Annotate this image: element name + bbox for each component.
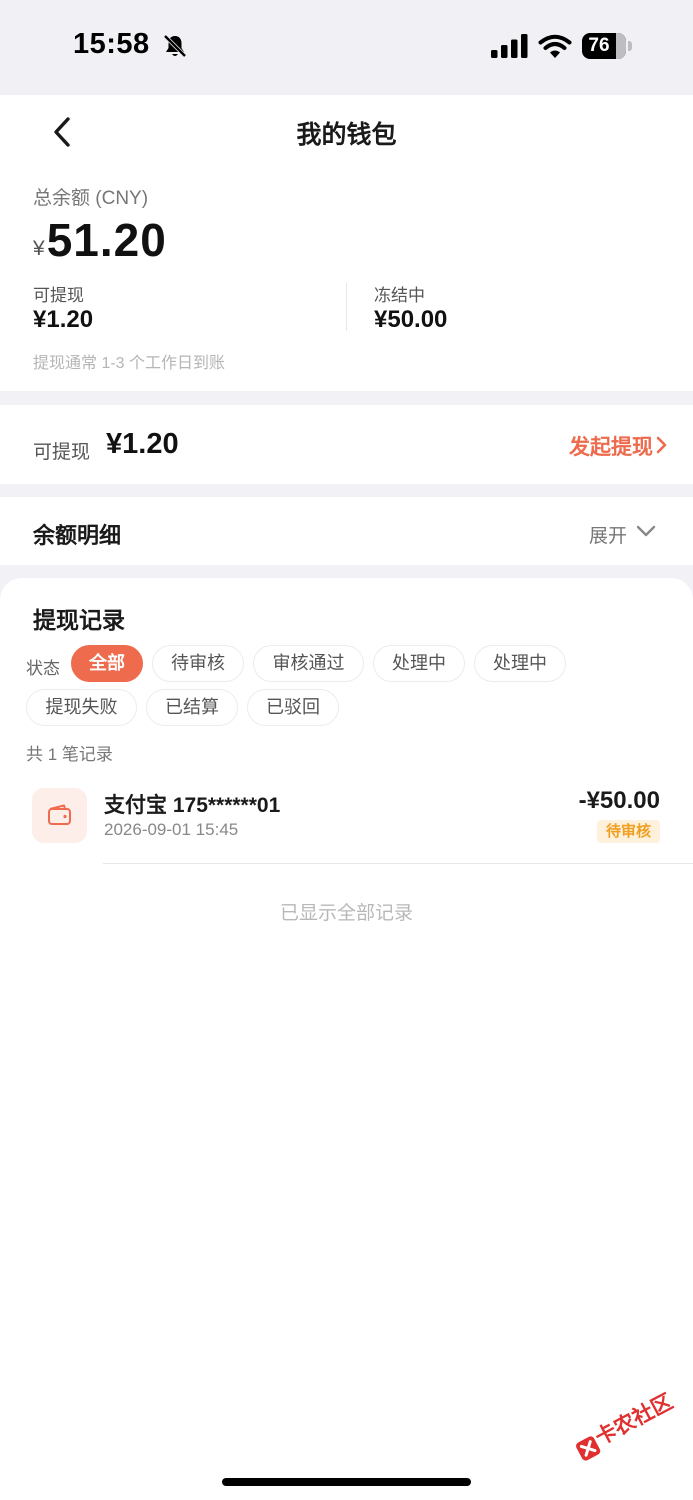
start-withdraw-button[interactable]: 发起提现 [569, 431, 653, 461]
home-indicator[interactable] [222, 1478, 471, 1486]
bell-off-icon [163, 34, 187, 58]
filter-chip-pending[interactable]: 待审核 [152, 645, 244, 682]
filter-chip-all[interactable]: 全部 [71, 645, 143, 682]
record-name: 支付宝 175******01 [104, 794, 281, 817]
record-icon-box [32, 788, 87, 843]
record-item[interactable]: 支付宝 175******01 2026-09-01 15:45 -¥50.00… [0, 776, 693, 864]
battery-icon: 76 [582, 33, 626, 59]
chevron-right-icon[interactable] [655, 435, 669, 455]
frozen-value: ¥50.00 [374, 306, 448, 333]
withdrawable-label: 可提现 [33, 442, 91, 463]
total-balance-label: 总余额 (CNY) [33, 188, 149, 209]
filter-chip-failed[interactable]: 提现失败 [26, 689, 137, 726]
currency-symbol: ¥ [33, 237, 45, 260]
status-filter-label: 状态 [26, 659, 60, 678]
battery-cap [628, 41, 632, 51]
available-value: ¥1.20 [33, 306, 94, 333]
withdraw-row: 可提现 ¥1.20 发起提现 [0, 405, 693, 484]
total-balance-amount: ¥ 51.20 [33, 211, 167, 267]
chevron-down-icon[interactable] [635, 524, 657, 538]
withdraw-records: 提现记录 状态 全部 待审核 审核通过 处理中 处理中 提现失败 已结算 已驳回… [0, 578, 693, 1500]
filter-chip-processing-2[interactable]: 处理中 [474, 645, 566, 682]
record-divider [103, 863, 693, 864]
total-balance-value: 51.20 [46, 214, 167, 266]
filter-chip-approved[interactable]: 审核通过 [253, 645, 364, 682]
filter-chip-rejected[interactable]: 已驳回 [247, 689, 339, 726]
withdrawable-value: ¥1.20 [106, 428, 179, 460]
available-label: 可提现 [33, 286, 84, 305]
wallet-icon [48, 804, 71, 825]
page-title: 我的钱包 [296, 121, 397, 149]
records-count: 共 1 笔记录 [26, 745, 113, 764]
records-title: 提现记录 [33, 607, 125, 633]
balance-detail-row[interactable]: 余额明细 展开 [0, 497, 693, 565]
record-amount: -¥50.00 [578, 787, 660, 814]
balance-card: 我的钱包 总余额 (CNY) ¥ 51.20 可提现 ¥1.20 冻结中 ¥50… [0, 95, 693, 391]
filter-chip-settled[interactable]: 已结算 [146, 689, 238, 726]
status-badge: 待审核 [596, 820, 660, 843]
filter-chip-processing[interactable]: 处理中 [373, 645, 465, 682]
end-of-list-note: 已显示全部记录 [279, 903, 413, 924]
withdraw-note: 提现通常 1-3 个工作日到账 [33, 355, 226, 372]
divider [346, 283, 347, 331]
record-time: 2026-09-01 15:45 [104, 820, 239, 839]
wifi-icon [538, 34, 572, 58]
status-time: 15:58 [73, 28, 150, 60]
status-bar: 15:58 76 [0, 0, 693, 95]
expand-button[interactable]: 展开 [589, 521, 627, 548]
balance-detail-title: 余额明细 [33, 523, 122, 548]
signal-icon [491, 34, 528, 58]
battery-level: 76 [588, 35, 610, 56]
frozen-label: 冻结中 [374, 286, 425, 305]
